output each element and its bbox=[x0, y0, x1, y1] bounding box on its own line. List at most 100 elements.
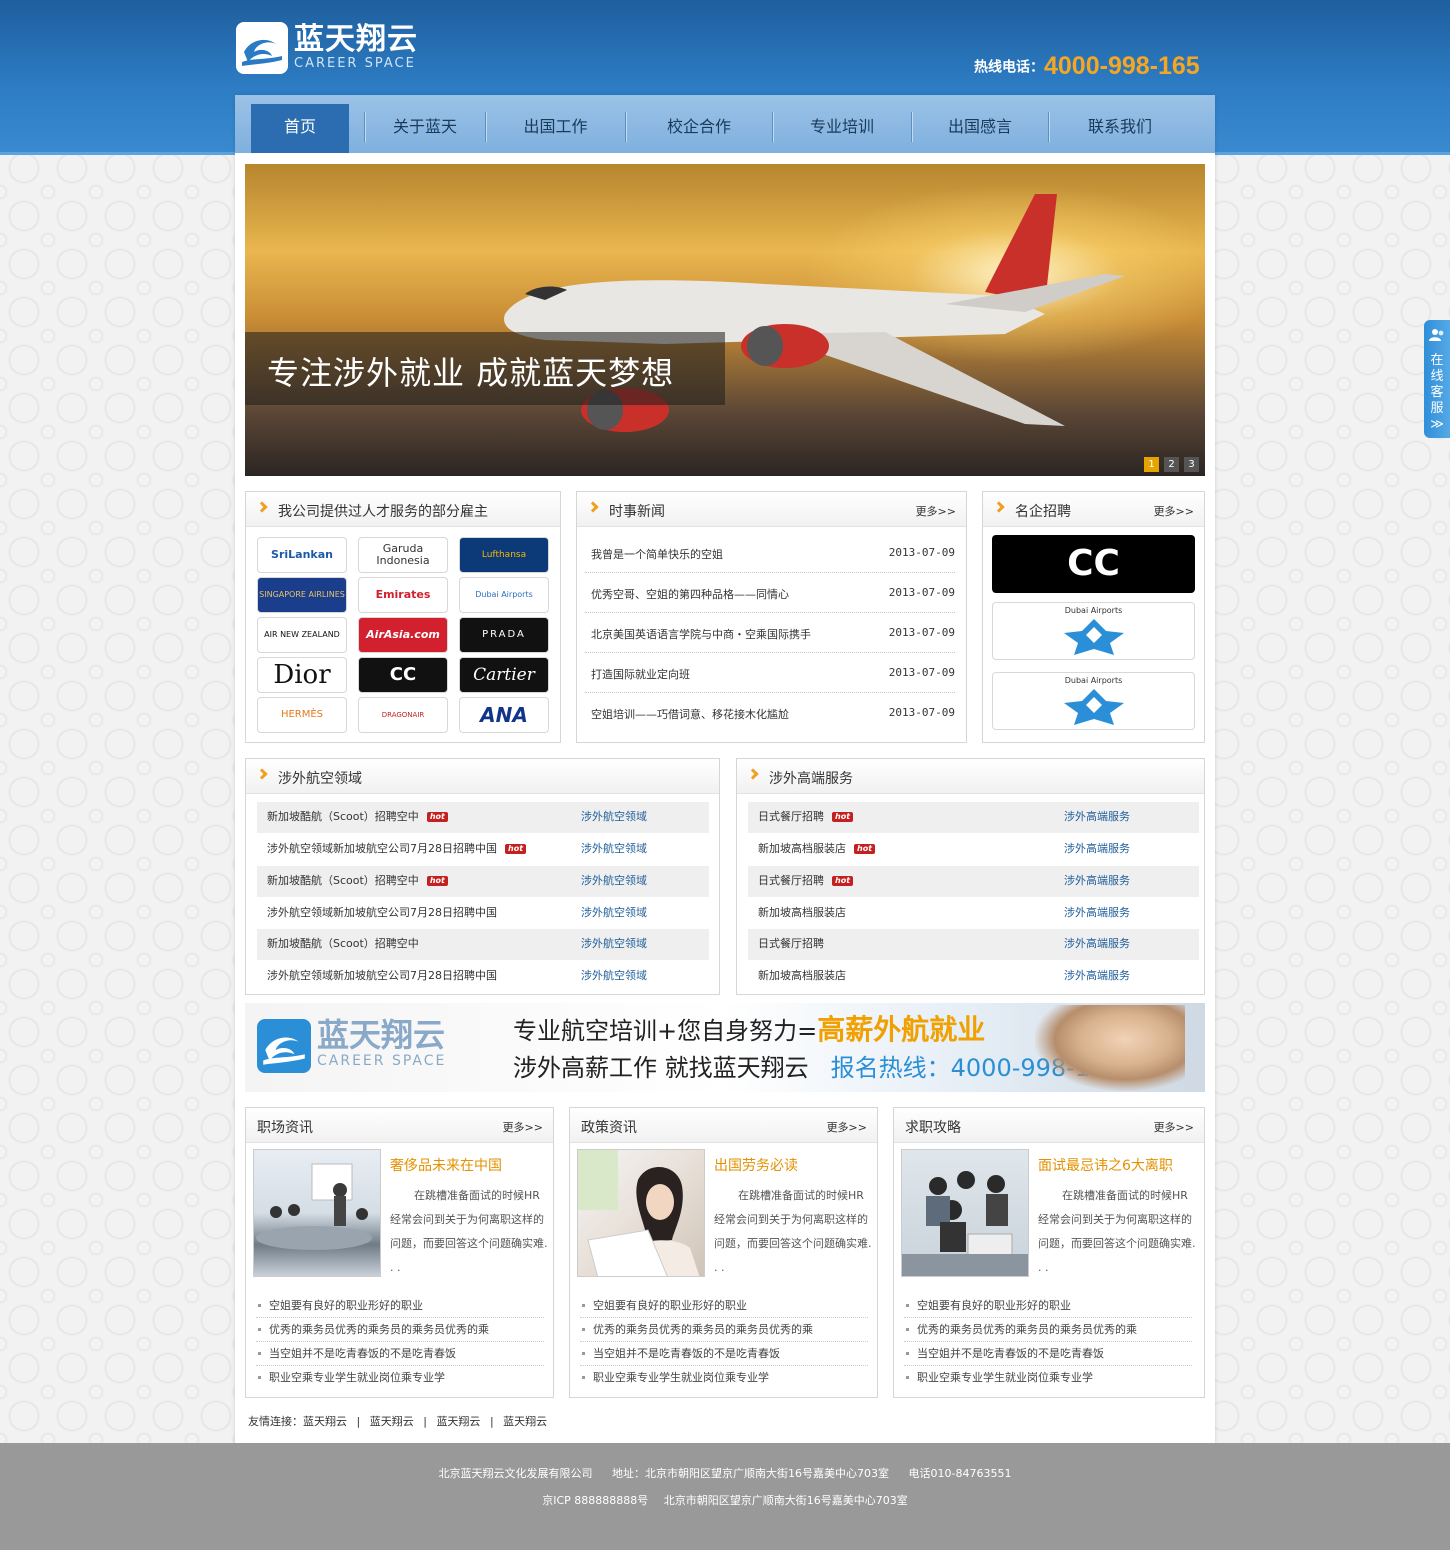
job-row[interactable]: 新加坡高档服装店 涉外高端服务 bbox=[748, 898, 1199, 929]
job-title[interactable]: 新加坡酷航（Scoot）招聘空中 hot bbox=[267, 802, 448, 832]
team-photo[interactable] bbox=[901, 1149, 1029, 1277]
job-title[interactable]: 新加坡酷航（Scoot）招聘空中 hot bbox=[267, 866, 448, 896]
job-category-link[interactable]: 涉外航空领域 bbox=[581, 866, 647, 896]
job-category-link[interactable]: 涉外航空领域 bbox=[581, 929, 647, 959]
article-title[interactable]: 面试最忌讳之6大离职 bbox=[1038, 1155, 1173, 1175]
employer-logo[interactable]: CC bbox=[358, 657, 448, 693]
nav-item-testimonials[interactable]: 出国感言 bbox=[912, 104, 1048, 153]
recruit-logo[interactable]: Dubai Airports bbox=[992, 672, 1195, 730]
job-row[interactable]: 新加坡酷航（Scoot）招聘空中 涉外航空领域 bbox=[257, 929, 709, 960]
nav-item-home[interactable]: 首页 bbox=[251, 104, 349, 153]
banner-page-3[interactable]: 3 bbox=[1184, 457, 1199, 472]
list-item[interactable]: 当空姐并不是吃青春饭的不是吃青春饭 bbox=[256, 1342, 544, 1366]
recruit-more-link[interactable]: 更多>> bbox=[1154, 503, 1194, 519]
news-title[interactable]: 我曾是一个简单快乐的空姐 bbox=[591, 546, 723, 562]
woman-photo[interactable] bbox=[577, 1149, 705, 1277]
article-title[interactable]: 奢侈品未来在中国 bbox=[390, 1155, 502, 1175]
friend-link[interactable]: 蓝天翔云 bbox=[436, 1415, 480, 1428]
job-category-link[interactable]: 涉外航空领域 bbox=[581, 834, 647, 864]
job-tips-more-link[interactable]: 更多>> bbox=[1154, 1119, 1194, 1135]
news-item[interactable]: 优秀空哥、空姐的第四种品格——同情心 2013-07-09 bbox=[585, 573, 955, 613]
footer-icp[interactable]: 京ICP 888888888号 bbox=[542, 1494, 648, 1507]
job-title[interactable]: 日式餐厅招聘 hot bbox=[758, 802, 854, 832]
recruit-logo[interactable]: CC bbox=[992, 535, 1195, 593]
employer-logo[interactable]: AirAsia.com bbox=[358, 617, 448, 653]
employer-logo[interactable]: SINGAPORE AIRLINES bbox=[257, 577, 347, 613]
article-title[interactable]: 出国劳务必读 bbox=[714, 1155, 798, 1175]
job-row[interactable]: 涉外航空领域新加坡航空公司7月28日招聘中国 涉外航空领域 bbox=[257, 961, 709, 992]
list-item[interactable]: 当空姐并不是吃青春饭的不是吃青春饭 bbox=[580, 1342, 868, 1366]
employer-logo[interactable]: Dior bbox=[257, 657, 347, 693]
banner-page-2[interactable]: 2 bbox=[1164, 457, 1179, 472]
friend-link[interactable]: 蓝天翔云 bbox=[370, 1415, 414, 1428]
employer-logo[interactable]: Emirates bbox=[358, 577, 448, 613]
job-title[interactable]: 日式餐厅招聘 bbox=[758, 929, 824, 959]
meeting-photo[interactable] bbox=[253, 1149, 381, 1277]
nav-item-training[interactable]: 专业培训 bbox=[773, 104, 911, 153]
nav-item-contact[interactable]: 联系我们 bbox=[1049, 104, 1191, 153]
job-category-link[interactable]: 涉外高端服务 bbox=[1064, 961, 1130, 991]
list-item[interactable]: 优秀的乘务员优秀的乘务员的乘务员优秀的乘 bbox=[580, 1318, 868, 1342]
job-category-link[interactable]: 涉外航空领域 bbox=[581, 898, 647, 928]
list-item[interactable]: 空姐要有良好的职业形好的职业 bbox=[580, 1294, 868, 1318]
list-item[interactable]: 职业空乘专业学生就业岗位乘专业学 bbox=[904, 1366, 1192, 1390]
list-item[interactable]: 职业空乘专业学生就业岗位乘专业学 bbox=[256, 1366, 544, 1390]
job-category-link[interactable]: 涉外高端服务 bbox=[1064, 898, 1130, 928]
policy-news-more-link[interactable]: 更多>> bbox=[827, 1119, 867, 1135]
banner-page-1[interactable]: 1 bbox=[1144, 457, 1159, 472]
employer-logo[interactable]: Cartier bbox=[459, 657, 549, 693]
job-title[interactable]: 新加坡高档服装店 bbox=[758, 961, 846, 991]
promo-banner[interactable]: 蓝天翔云 CAREER SPACE 专业航空培训+您自身努力=高薪外航就业 涉外… bbox=[245, 1003, 1205, 1092]
job-title[interactable]: 新加坡酷航（Scoot）招聘空中 bbox=[267, 929, 419, 959]
job-category-link[interactable]: 涉外高端服务 bbox=[1064, 834, 1130, 864]
job-category-link[interactable]: 涉外高端服务 bbox=[1064, 866, 1130, 896]
list-item[interactable]: 空姐要有良好的职业形好的职业 bbox=[904, 1294, 1192, 1318]
list-item[interactable]: 空姐要有良好的职业形好的职业 bbox=[256, 1294, 544, 1318]
nav-item-school-cooperation[interactable]: 校企合作 bbox=[626, 104, 772, 153]
hero-banner[interactable]: 专注涉外就业 成就蓝天梦想 1 2 3 bbox=[245, 164, 1205, 476]
news-item[interactable]: 我曾是一个简单快乐的空姐 2013-07-09 bbox=[585, 533, 955, 573]
job-row[interactable]: 新加坡高档服装店 hot 涉外高端服务 bbox=[748, 834, 1199, 865]
employer-logo[interactable]: PRADA bbox=[459, 617, 549, 653]
news-item[interactable]: 空姐培训——巧借词意、移花接木化尴尬 2013-07-09 bbox=[585, 693, 955, 733]
job-row[interactable]: 日式餐厅招聘 涉外高端服务 bbox=[748, 929, 1199, 960]
career-news-more-link[interactable]: 更多>> bbox=[503, 1119, 543, 1135]
job-title[interactable]: 涉外航空领域新加坡航空公司7月28日招聘中国 bbox=[267, 898, 497, 928]
job-category-link[interactable]: 涉外高端服务 bbox=[1064, 929, 1130, 959]
job-row[interactable]: 涉外航空领域新加坡航空公司7月28日招聘中国 涉外航空领域 bbox=[257, 898, 709, 929]
job-title[interactable]: 新加坡高档服装店 bbox=[758, 898, 846, 928]
job-row[interactable]: 新加坡高档服装店 涉外高端服务 bbox=[748, 961, 1199, 992]
list-item[interactable]: 职业空乘专业学生就业岗位乘专业学 bbox=[580, 1366, 868, 1390]
news-title[interactable]: 北京美国英语语言学院与中商・空乘国际携手 bbox=[591, 626, 811, 642]
news-title[interactable]: 优秀空哥、空姐的第四种品格——同情心 bbox=[591, 586, 789, 602]
list-item[interactable]: 当空姐并不是吃青春饭的不是吃青春饭 bbox=[904, 1342, 1192, 1366]
employer-logo[interactable]: AIR NEW ZEALAND bbox=[257, 617, 347, 653]
job-title[interactable]: 新加坡高档服装店 hot bbox=[758, 834, 876, 864]
job-title[interactable]: 涉外航空领域新加坡航空公司7月28日招聘中国 bbox=[267, 961, 497, 991]
employer-logo[interactable]: ANA bbox=[459, 697, 549, 733]
job-category-link[interactable]: 涉外高端服务 bbox=[1064, 802, 1130, 832]
online-service-button[interactable]: 在线客服 ≫ bbox=[1424, 320, 1450, 438]
news-item[interactable]: 打造国际就业定向班 2013-07-09 bbox=[585, 653, 955, 693]
friend-link[interactable]: 蓝天翔云 bbox=[303, 1415, 347, 1428]
nav-item-work-abroad[interactable]: 出国工作 bbox=[486, 104, 625, 153]
job-category-link[interactable]: 涉外航空领域 bbox=[581, 802, 647, 832]
news-title[interactable]: 空姐培训——巧借词意、移花接木化尴尬 bbox=[591, 706, 789, 722]
list-item[interactable]: 优秀的乘务员优秀的乘务员的乘务员优秀的乘 bbox=[256, 1318, 544, 1342]
employer-logo[interactable]: Dubai Airports bbox=[459, 577, 549, 613]
employer-logo[interactable]: SriLankan bbox=[257, 537, 347, 573]
job-row[interactable]: 日式餐厅招聘 hot 涉外高端服务 bbox=[748, 866, 1199, 897]
job-row[interactable]: 新加坡酷航（Scoot）招聘空中 hot 涉外航空领域 bbox=[257, 802, 709, 833]
friend-link[interactable]: 蓝天翔云 bbox=[503, 1415, 547, 1428]
nav-item-about[interactable]: 关于蓝天 bbox=[365, 104, 485, 153]
job-row[interactable]: 日式餐厅招聘 hot 涉外高端服务 bbox=[748, 802, 1199, 833]
employer-logo[interactable]: Garuda Indonesia bbox=[358, 537, 448, 573]
job-title[interactable]: 日式餐厅招聘 hot bbox=[758, 866, 854, 896]
news-more-link[interactable]: 更多>> bbox=[916, 503, 956, 519]
news-item[interactable]: 北京美国英语语言学院与中商・空乘国际携手 2013-07-09 bbox=[585, 613, 955, 653]
job-category-link[interactable]: 涉外航空领域 bbox=[581, 961, 647, 991]
news-title[interactable]: 打造国际就业定向班 bbox=[591, 666, 690, 682]
employer-logo[interactable]: HERMÈS bbox=[257, 697, 347, 733]
recruit-logo[interactable]: Dubai Airports bbox=[992, 602, 1195, 660]
site-logo[interactable]: 蓝天翔云 CAREER SPACE bbox=[236, 22, 426, 76]
